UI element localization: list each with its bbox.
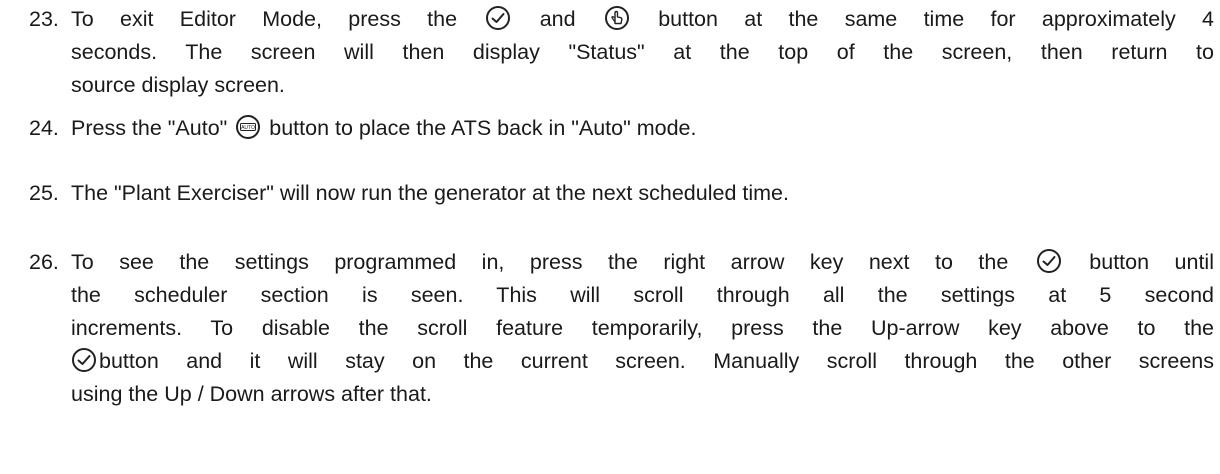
- text-fragment: Press the "Auto": [71, 116, 228, 140]
- text-fragment: button to place the ATS back in "Auto" m…: [269, 116, 697, 140]
- check-circle-icon: [71, 347, 97, 373]
- step-line: source display screen.: [71, 73, 285, 97]
- step-text: Press the "Auto" AUTO button to place th…: [71, 112, 1214, 145]
- auto-button-icon: AUTO: [235, 114, 261, 140]
- text-fragment: button at the same time for approximatel…: [658, 7, 1214, 31]
- step-25: 25. The "Plant Exerciser" will now run t…: [29, 177, 1214, 210]
- step-26: 26. To see the settings programmed in, p…: [29, 246, 1214, 411]
- step-number: 26.: [29, 250, 59, 274]
- step-line: seconds. The screen will then display "S…: [71, 40, 1214, 64]
- check-circle-icon: [485, 5, 511, 31]
- step-number: 25.: [29, 181, 59, 205]
- step-line: The "Plant Exerciser" will now run the g…: [71, 181, 789, 205]
- step-line: To exit Editor Mode, press the and butto…: [71, 3, 1214, 36]
- step-number: 23.: [29, 7, 59, 31]
- hand-pointer-circle-icon: [604, 5, 630, 31]
- step-24: 24. Press the "Auto" AUTO button to plac…: [29, 112, 1214, 145]
- step-23: 23. To exit Editor Mode, press the and b…: [29, 3, 1214, 102]
- text-fragment: and: [539, 7, 576, 31]
- step-line: using the Up / Down arrows after that.: [71, 382, 432, 406]
- step-text: To exit Editor Mode, press the and butto…: [71, 3, 1214, 102]
- text-fragment: To see the settings programmed in, press…: [71, 250, 1009, 274]
- step-line: the scheduler section is seen. This will…: [71, 283, 1214, 307]
- step-line: button and it will stay on the current s…: [71, 345, 1214, 378]
- text-fragment: button until: [1089, 250, 1214, 274]
- step-number: 24.: [29, 116, 59, 140]
- step-text: The "Plant Exerciser" will now run the g…: [71, 177, 1214, 210]
- step-line: To see the settings programmed in, press…: [71, 246, 1214, 279]
- text-fragment: To exit Editor Mode, press the: [71, 7, 458, 31]
- auto-icon-label: AUTO: [241, 125, 255, 131]
- step-line: increments. To disable the scroll featur…: [71, 316, 1214, 340]
- step-line: Press the "Auto" AUTO button to place th…: [71, 112, 1214, 145]
- text-fragment: button and it will stay on the current s…: [99, 349, 1214, 373]
- step-text: To see the settings programmed in, press…: [71, 246, 1214, 411]
- check-circle-icon: [1036, 248, 1062, 274]
